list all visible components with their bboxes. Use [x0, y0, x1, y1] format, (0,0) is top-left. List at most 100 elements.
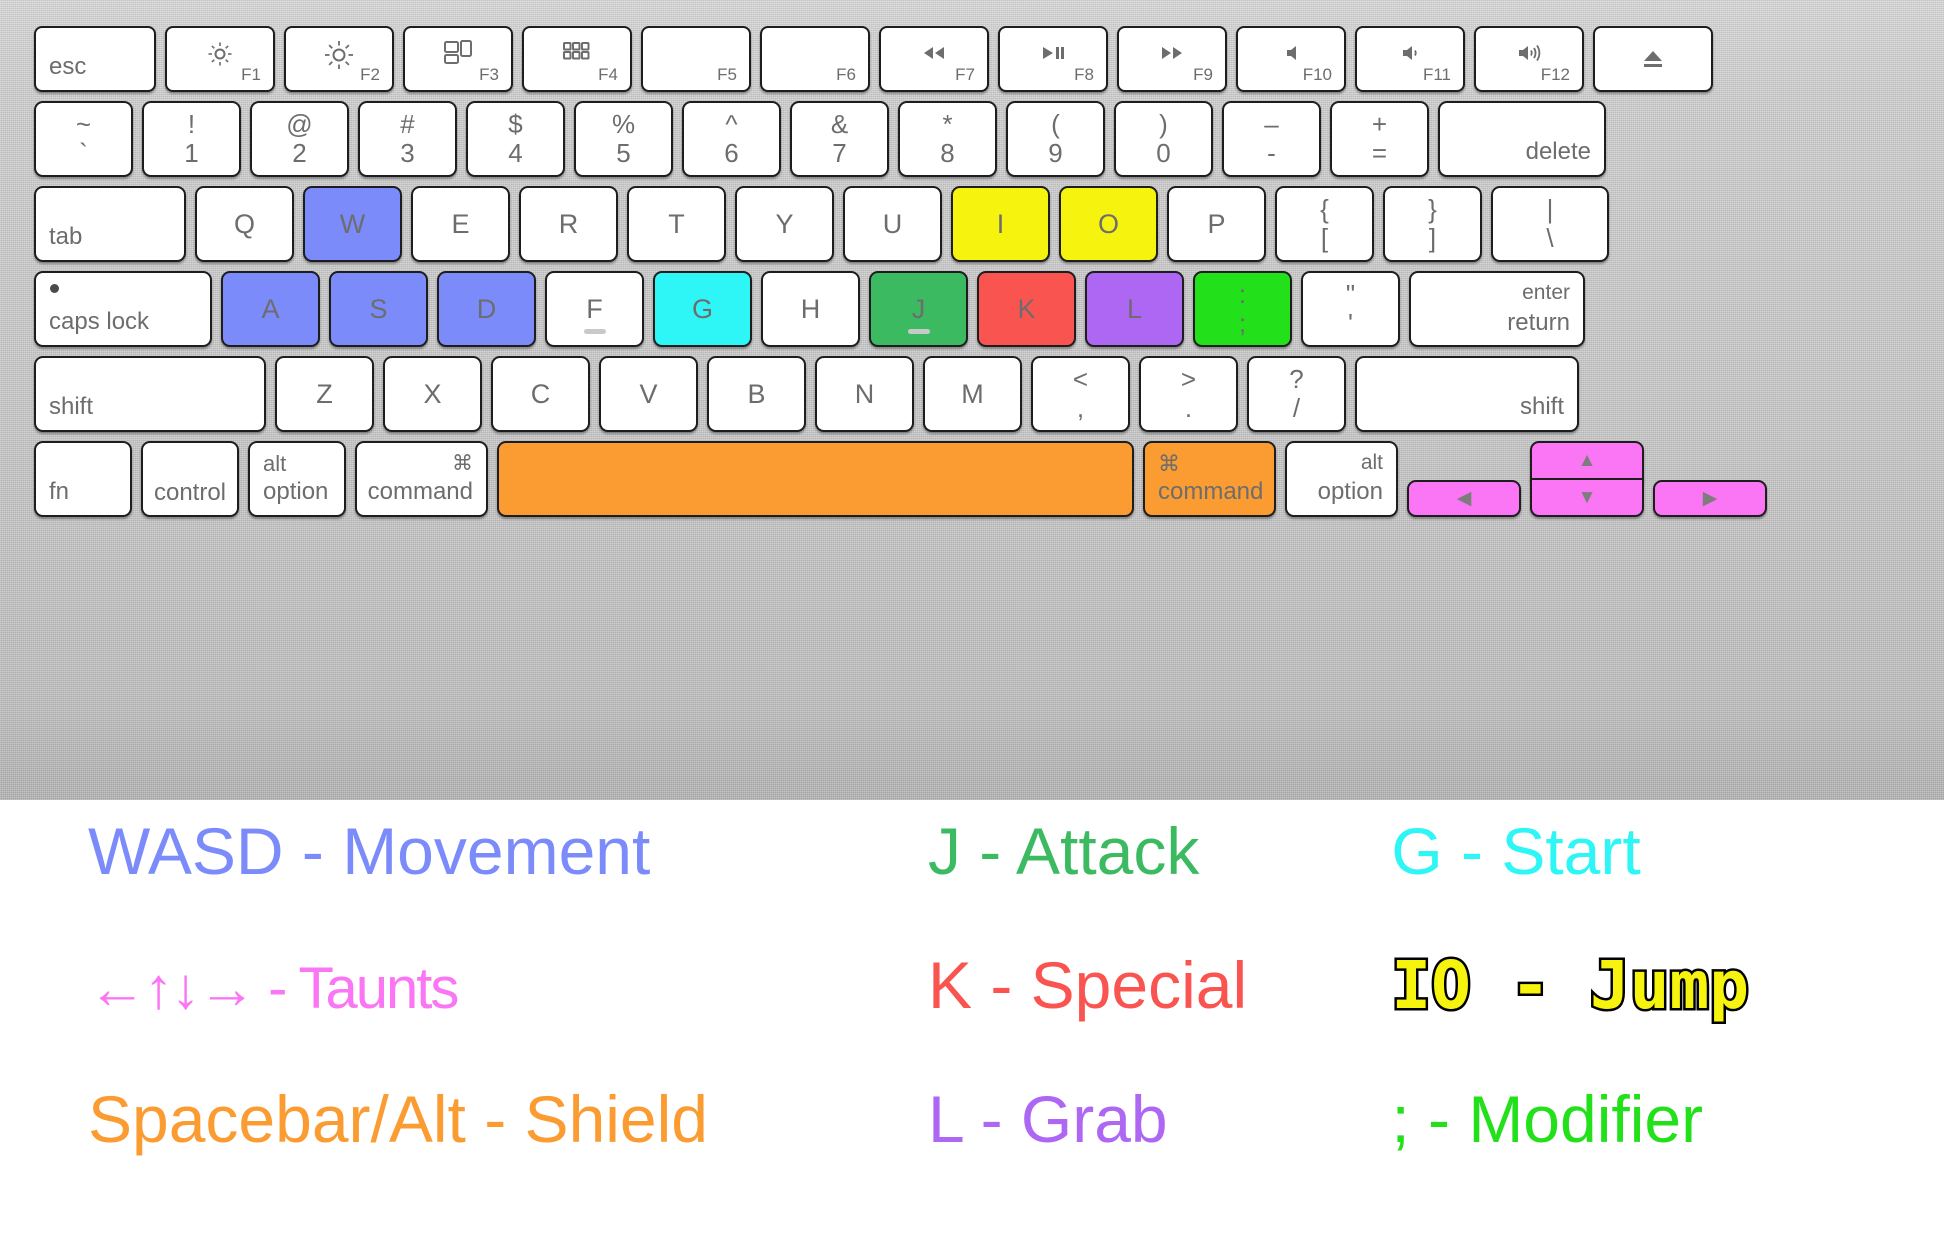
key-r-key[interactable]: R: [519, 186, 618, 262]
delete-key[interactable]: delete: [1438, 101, 1606, 177]
f10-key[interactable]: F10: [1236, 26, 1346, 92]
key-t-key[interactable]: T: [627, 186, 726, 262]
caps-lock-key[interactable]: caps lock: [34, 271, 212, 347]
key-a-key[interactable]: A: [221, 271, 320, 347]
f8-key[interactable]: F8: [998, 26, 1108, 92]
eject-key[interactable]: [1593, 26, 1713, 92]
slash-key[interactable]: ? /: [1247, 356, 1346, 432]
spacebar-key[interactable]: [497, 441, 1134, 517]
comma-key[interactable]: <,: [1031, 356, 1130, 432]
key-base-label: 3: [400, 138, 415, 168]
arrow-up-key[interactable]: ▲: [1530, 441, 1644, 480]
key-i-key[interactable]: I: [951, 186, 1050, 262]
bracket-left-key[interactable]: {[: [1275, 186, 1374, 262]
arrow-left-icon: ◀: [1456, 488, 1472, 509]
f3-key[interactable]: F3: [403, 26, 513, 92]
f12-key[interactable]: F12: [1474, 26, 1584, 92]
key-label: fn: [49, 478, 70, 505]
key-d-key[interactable]: D: [437, 271, 536, 347]
f11-key[interactable]: F11: [1355, 26, 1465, 92]
f9-key[interactable]: F9: [1117, 26, 1227, 92]
key-m-key[interactable]: M: [923, 356, 1022, 432]
key-base-label: 2: [292, 138, 307, 168]
key-l-key[interactable]: L: [1085, 271, 1184, 347]
f5-key[interactable]: F5: [641, 26, 751, 92]
period-key[interactable]: >.: [1139, 356, 1238, 432]
key-q-key[interactable]: Q: [195, 186, 294, 262]
f1-key[interactable]: F1: [165, 26, 275, 92]
esc-key[interactable]: esc: [34, 26, 156, 92]
key-e-key[interactable]: E: [411, 186, 510, 262]
minus-key[interactable]: – -: [1222, 101, 1321, 177]
shift-right-key[interactable]: shift: [1355, 356, 1579, 432]
digit-5-key[interactable]: % 5: [574, 101, 673, 177]
digit-3-key[interactable]: #3: [358, 101, 457, 177]
arrow-right-key[interactable]: ▶: [1653, 480, 1767, 517]
keyboard: esc F1 F2 F3 F4 F5 F6 F7 F8 F9 F10 F11 F12 ~ `! 1 @2 #3 $4…: [0, 0, 1944, 800]
legend-row: Spacebar/Alt - Shield L - Grab; - Modifie…: [40, 1086, 1904, 1220]
key-g-key[interactable]: G: [653, 271, 752, 347]
key-base-label: ': [1348, 308, 1353, 338]
key-j-key[interactable]: J: [869, 271, 968, 347]
key-label: W: [339, 208, 366, 239]
digit-2-key[interactable]: @2: [250, 101, 349, 177]
arrow-down-key[interactable]: ▼: [1530, 478, 1644, 517]
digit-4-key[interactable]: $4: [466, 101, 565, 177]
digit-9-key[interactable]: (9: [1006, 101, 1105, 177]
control-key[interactable]: control: [141, 441, 239, 517]
quote-key[interactable]: " ': [1301, 271, 1400, 347]
arrow-key-cluster: ◀ ▲ ▼ ▶: [1407, 441, 1771, 517]
key-label: D: [476, 293, 497, 324]
key-label: I: [996, 208, 1005, 239]
key-p-key[interactable]: P: [1167, 186, 1266, 262]
key-label: X: [423, 378, 442, 409]
tab-key[interactable]: tab: [34, 186, 186, 262]
bracket-right-key[interactable]: }]: [1383, 186, 1482, 262]
key-u-key[interactable]: U: [843, 186, 942, 262]
key-base-label: 5: [616, 138, 631, 168]
option-left-key[interactable]: alt option: [248, 441, 346, 517]
arrow-left-key[interactable]: ◀: [1407, 480, 1521, 517]
option-right-key[interactable]: alt option: [1285, 441, 1398, 517]
shift-left-key[interactable]: shift: [34, 356, 266, 432]
digit-8-key[interactable]: * 8: [898, 101, 997, 177]
mute-icon: [1238, 40, 1344, 68]
command-right-key[interactable]: ⌘ command: [1143, 441, 1276, 517]
key-s-key[interactable]: S: [329, 271, 428, 347]
equals-key[interactable]: + =: [1330, 101, 1429, 177]
key-label: S: [369, 293, 388, 324]
key-label: K: [1017, 293, 1036, 324]
key-shift-label: enter: [1522, 281, 1570, 304]
legend-entry: IO - Jump: [1389, 947, 1752, 1024]
volume-up-icon: [1476, 40, 1582, 68]
return-key[interactable]: enter return: [1409, 271, 1585, 347]
backtick-key[interactable]: ~ `: [34, 101, 133, 177]
key-y-key[interactable]: Y: [735, 186, 834, 262]
digit-0-key[interactable]: ) 0: [1114, 101, 1213, 177]
key-h-key[interactable]: H: [761, 271, 860, 347]
backslash-key[interactable]: | \: [1491, 186, 1609, 262]
key-k-key[interactable]: K: [977, 271, 1076, 347]
semicolon-key[interactable]: :;: [1193, 271, 1292, 347]
key-label: B: [747, 378, 766, 409]
fn-key[interactable]: fn: [34, 441, 132, 517]
f2-key[interactable]: F2: [284, 26, 394, 92]
key-v-key[interactable]: V: [599, 356, 698, 432]
key-w-key[interactable]: W: [303, 186, 402, 262]
key-z-key[interactable]: Z: [275, 356, 374, 432]
command-left-key[interactable]: ⌘ command: [355, 441, 488, 517]
key-c-key[interactable]: C: [491, 356, 590, 432]
function-key-label: F11: [1422, 65, 1451, 84]
digit-7-key[interactable]: & 7: [790, 101, 889, 177]
digit-6-key[interactable]: ^ 6: [682, 101, 781, 177]
key-f-key[interactable]: F: [545, 271, 644, 347]
key-o-key[interactable]: O: [1059, 186, 1158, 262]
f4-key[interactable]: F4: [522, 26, 632, 92]
key-base-label: ]: [1428, 223, 1437, 253]
key-b-key[interactable]: B: [707, 356, 806, 432]
f6-key[interactable]: F6: [760, 26, 870, 92]
digit-1-key[interactable]: ! 1: [142, 101, 241, 177]
f7-key[interactable]: F7: [879, 26, 989, 92]
key-x-key[interactable]: X: [383, 356, 482, 432]
key-n-key[interactable]: N: [815, 356, 914, 432]
